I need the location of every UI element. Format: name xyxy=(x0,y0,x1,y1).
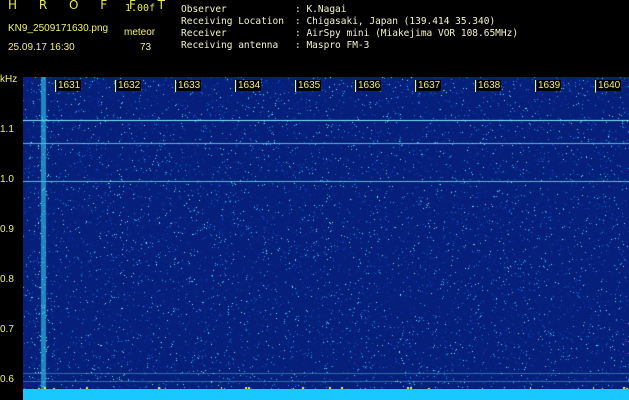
x-tick-mark xyxy=(235,80,236,92)
unit-label: meteor xyxy=(124,27,156,38)
x-tick-label: 1640 xyxy=(597,80,622,91)
x-tick-mark xyxy=(55,80,56,92)
spectrogram xyxy=(23,77,629,400)
x-tick-label: 1636 xyxy=(357,80,382,91)
x-tick-mark xyxy=(475,80,476,92)
x-tick-mark xyxy=(595,80,596,92)
y-tick-label: 1.1 xyxy=(0,124,14,135)
receiver-value: : AirSpy mini (Miakejima VOR 108.65MHz) xyxy=(295,28,519,39)
x-tick-label: 1631 xyxy=(57,80,82,91)
receiver-label: Receiver xyxy=(181,28,227,39)
observer-label: Observer xyxy=(181,4,227,15)
y-tick-label: 0.8 xyxy=(0,274,14,285)
location-label: Receiving Location xyxy=(181,16,284,27)
x-tick-mark xyxy=(295,80,296,92)
x-tick-mark xyxy=(115,80,116,92)
datetime-label: 25.09.17 16:30 xyxy=(8,42,75,53)
antenna-value: : Maspro FM-3 xyxy=(295,40,370,51)
y-tick-label: 0.7 xyxy=(0,324,14,335)
spectrogram-canvas xyxy=(23,77,629,400)
x-tick-label: 1634 xyxy=(237,80,262,91)
x-tick-label: 1638 xyxy=(477,80,502,91)
antenna-label: Receiving antenna xyxy=(181,40,279,51)
location-value: : Chigasaki, Japan (139.414 35.340) xyxy=(295,16,496,27)
x-tick-mark xyxy=(175,80,176,92)
x-tick-label: 1637 xyxy=(417,80,442,91)
x-tick-mark xyxy=(535,80,536,92)
version-label: 1.00f xyxy=(125,3,156,14)
x-tick-label: 1633 xyxy=(177,80,202,91)
x-tick-label: 1639 xyxy=(537,80,562,91)
file-name: KN9_2509171630.png xyxy=(8,23,109,34)
detection-strip xyxy=(23,389,629,400)
x-tick-mark xyxy=(355,80,356,92)
y-tick-label: 0.9 xyxy=(0,224,14,235)
x-tick-label: 1635 xyxy=(297,80,322,91)
meteor-count: 73 xyxy=(140,42,152,53)
y-axis-unit: kHz xyxy=(0,74,18,85)
header-panel: H R O F F T 1.00f KN9_2509171630.png met… xyxy=(0,0,629,72)
x-tick-mark xyxy=(415,80,416,92)
y-tick-label: 0.6 xyxy=(0,374,14,385)
y-tick-label: 1.0 xyxy=(0,174,14,185)
observer-value: : K.Nagai xyxy=(295,4,347,15)
x-tick-label: 1632 xyxy=(117,80,142,91)
